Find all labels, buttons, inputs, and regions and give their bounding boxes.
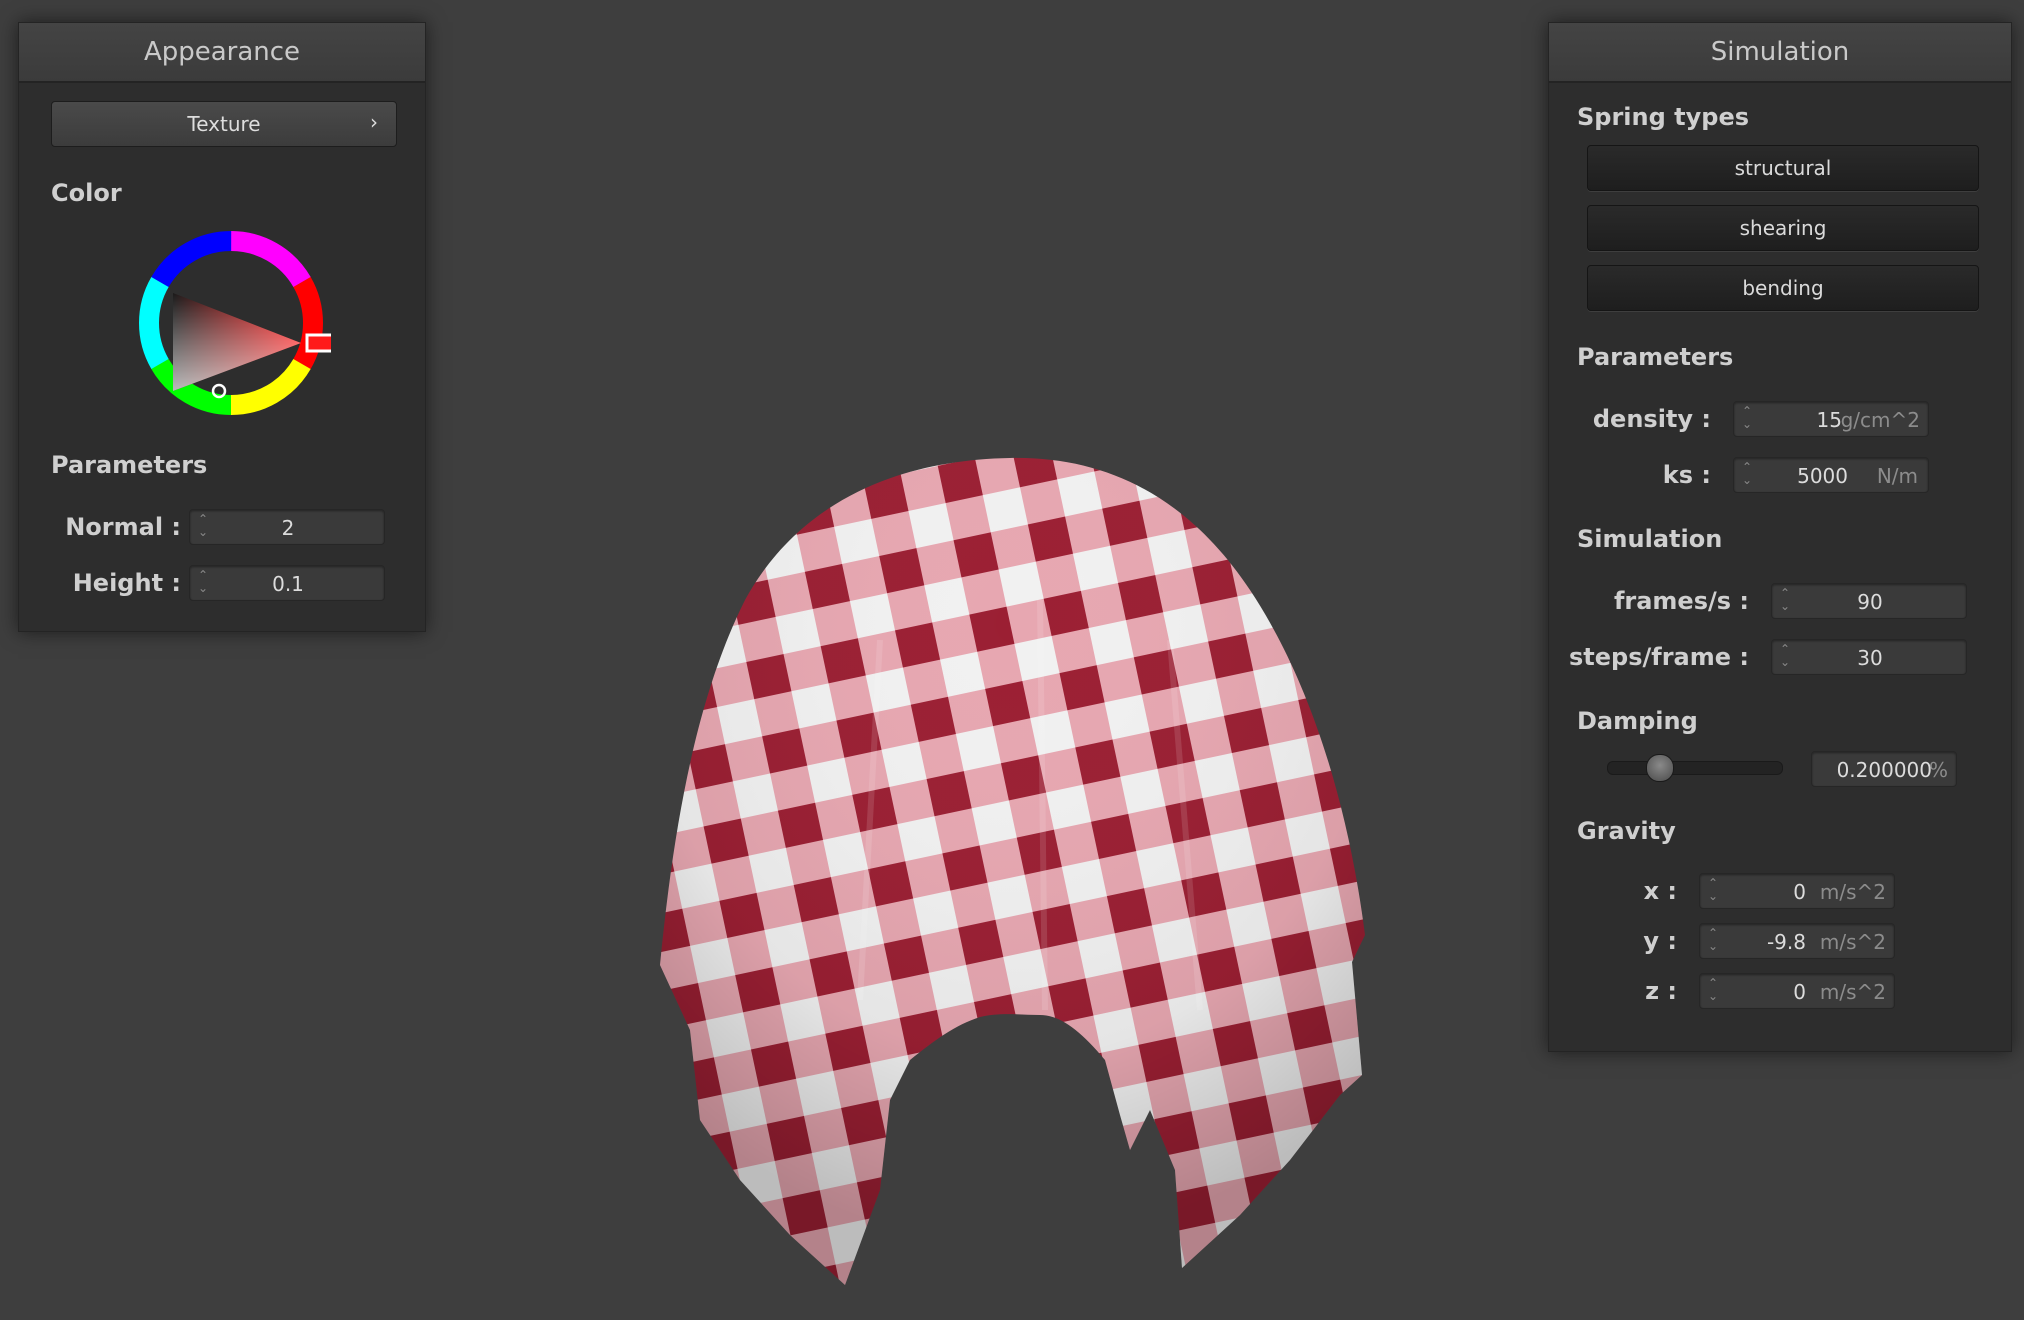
frames-per-second-input[interactable]: ⌃ ⌄ 90: [1771, 583, 1967, 619]
gravity-x-input[interactable]: ⌃ ⌄ 0 m/s^2: [1699, 873, 1895, 909]
texture-label: Texture: [187, 112, 261, 136]
frames-per-second-value: 90: [1857, 590, 1883, 614]
density-input[interactable]: ⌃ ⌄ 15 g/cm^2: [1733, 401, 1929, 437]
spinner-arrows-icon[interactable]: ⌃ ⌄: [1708, 927, 1718, 953]
gravity-y-label: y :: [1643, 927, 1677, 955]
damping-input[interactable]: 0.200000 %: [1811, 751, 1957, 787]
color-section-label: Color: [51, 179, 122, 207]
height-label: Height :: [72, 569, 181, 597]
cloth-mesh: [660, 457, 1365, 1285]
damping-unit: %: [1928, 758, 1948, 782]
gravity-y-value: -9.8: [1766, 930, 1806, 954]
gravity-y-input[interactable]: ⌃ ⌄ -9.8 m/s^2: [1699, 923, 1895, 959]
gravity-x-label: x :: [1643, 877, 1677, 905]
spring-types-label: Spring types: [1577, 103, 1750, 131]
gravity-z-value: 0: [1793, 980, 1806, 1004]
density-unit: g/cm^2: [1840, 408, 1920, 432]
hue-marker-icon: [305, 333, 331, 353]
spring-type-structural-button[interactable]: structural: [1587, 145, 1979, 191]
normal-value: 2: [281, 516, 295, 540]
appearance-title: Appearance: [19, 23, 425, 83]
damping-slider[interactable]: [1607, 754, 1783, 782]
gravity-z-label: z :: [1645, 977, 1677, 1005]
color-wheel[interactable]: [131, 223, 331, 423]
steps-per-frame-label: steps/frame :: [1569, 643, 1749, 671]
simulation-section-label: Simulation: [1577, 525, 1723, 553]
normal-label: Normal :: [65, 513, 181, 541]
steps-per-frame-value: 30: [1857, 646, 1883, 670]
appearance-parameters-label: Parameters: [51, 451, 208, 479]
gravity-z-unit: m/s^2: [1819, 980, 1886, 1004]
gravity-section-label: Gravity: [1577, 817, 1676, 845]
simulation-parameters-label: Parameters: [1577, 343, 1734, 371]
spinner-arrows-icon[interactable]: ⌃ ⌄: [1708, 877, 1718, 903]
density-label: density :: [1592, 405, 1711, 433]
damping-section-label: Damping: [1577, 707, 1698, 735]
simulation-title: Simulation: [1549, 23, 2011, 83]
height-value: 0.1: [272, 572, 304, 596]
spring-type-bending-button[interactable]: bending: [1587, 265, 1979, 311]
normal-input[interactable]: ⌃ ⌄ 2: [189, 509, 385, 545]
ks-input[interactable]: ⌃ ⌄ 5000 N/m: [1733, 457, 1929, 493]
chevron-right-icon: ›: [370, 110, 378, 134]
frames-per-second-label: frames/s :: [1613, 587, 1749, 615]
spring-type-shearing-button[interactable]: shearing: [1587, 205, 1979, 251]
appearance-panel: Appearance Texture › Color Parameters No…: [18, 22, 426, 632]
simulation-panel: Simulation Spring types structural shear…: [1548, 22, 2012, 1052]
density-value: 15: [1816, 408, 1842, 432]
ks-value: 5000: [1797, 464, 1848, 488]
damping-value: 0.200000: [1836, 758, 1932, 782]
damping-slider-handle[interactable]: [1645, 754, 1674, 782]
gravity-x-unit: m/s^2: [1819, 880, 1886, 904]
height-input[interactable]: ⌃ ⌄ 0.1: [189, 565, 385, 601]
ks-unit: N/m: [1876, 464, 1918, 488]
gravity-x-value: 0: [1793, 880, 1806, 904]
steps-per-frame-input[interactable]: ⌃ ⌄ 30: [1771, 639, 1967, 675]
spinner-arrows-icon[interactable]: ⌃ ⌄: [1742, 461, 1752, 487]
spinner-arrows-icon[interactable]: ⌃ ⌄: [1708, 977, 1718, 1003]
spinner-arrows-icon[interactable]: ⌃ ⌄: [1742, 405, 1752, 431]
gravity-z-input[interactable]: ⌃ ⌄ 0 m/s^2: [1699, 973, 1895, 1009]
ks-label: ks :: [1662, 461, 1711, 489]
gravity-y-unit: m/s^2: [1819, 930, 1886, 954]
texture-button[interactable]: Texture ›: [51, 101, 397, 147]
